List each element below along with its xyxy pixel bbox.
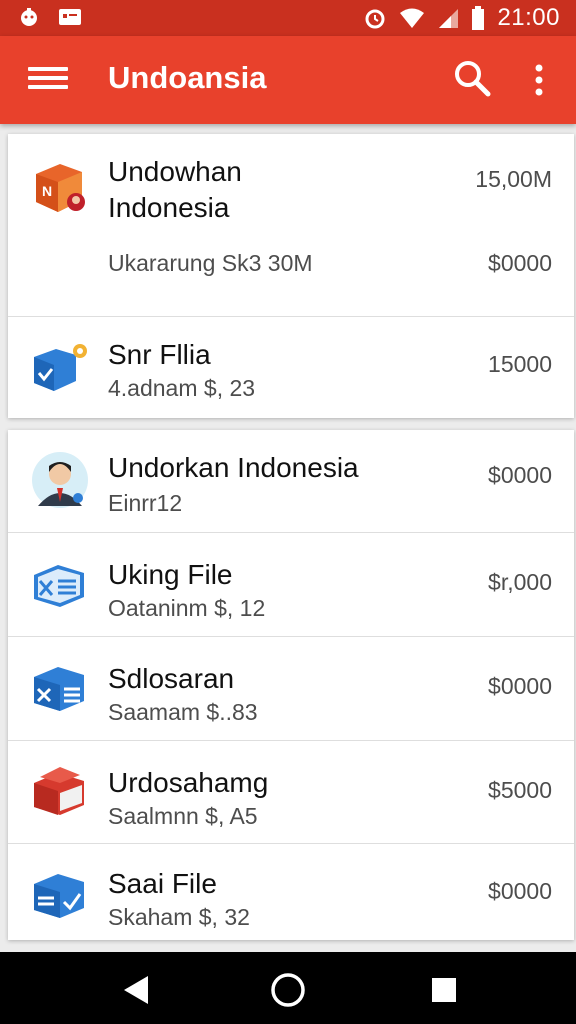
blue-check-box-icon bbox=[34, 874, 84, 918]
featured-top-amount: 15,00M bbox=[475, 166, 552, 192]
red-box-icon bbox=[34, 767, 84, 815]
featured-item[interactable]: N Undowhan Indonesia 15,00M Ukararung Sk… bbox=[8, 134, 574, 317]
item-title: Uking File bbox=[108, 559, 233, 590]
back-icon[interactable] bbox=[118, 972, 158, 1008]
item-subtitle: Einrr12 bbox=[108, 490, 183, 516]
battery-icon bbox=[472, 6, 485, 30]
item-amount: $0000 bbox=[488, 878, 552, 904]
item-subtitle: 4.adnam $, 23 bbox=[108, 375, 256, 401]
list-card: Undorkan Indonesia Einrr12 $0000 Uking F… bbox=[8, 430, 574, 940]
hamburger-icon bbox=[28, 67, 68, 71]
app-title: Undoansia bbox=[108, 60, 267, 95]
menu-button[interactable] bbox=[28, 62, 68, 98]
featured-title-line1: Undowhan bbox=[108, 156, 242, 187]
item-title: Snr Fllia bbox=[108, 339, 211, 370]
list-item[interactable]: Uking File Oataninm $, 12 $r,000 bbox=[8, 533, 574, 637]
alarm-icon bbox=[365, 9, 385, 29]
item-subtitle: Oataninm $, 12 bbox=[108, 595, 266, 621]
list-item[interactable]: Urdosahamg Saalmnn $, A5 $5000 bbox=[8, 741, 574, 844]
more-vert-icon[interactable] bbox=[524, 60, 554, 100]
home-icon[interactable] bbox=[268, 970, 308, 1010]
featured-card: N Undowhan Indonesia 15,00M Ukararung Sk… bbox=[8, 134, 574, 418]
box-gear-icon bbox=[34, 344, 87, 391]
item-title: Sdlosaran bbox=[108, 663, 235, 694]
office-box-icon: N bbox=[36, 164, 85, 212]
list-item[interactable]: Sdlosaran Saamam $..83 $0000 bbox=[8, 637, 574, 741]
blue-box-icon bbox=[34, 667, 84, 711]
app-notification-icon bbox=[21, 8, 37, 26]
blue-envelope-icon bbox=[34, 565, 84, 607]
item-amount: $0000 bbox=[488, 673, 552, 699]
cell-signal-icon bbox=[439, 9, 459, 28]
item-subtitle: Saamam $..83 bbox=[108, 699, 258, 725]
list-item[interactable]: Saai File Skaham $, 32 $0000 bbox=[8, 844, 574, 944]
list-item[interactable]: Undorkan Indonesia Einrr12 $0000 bbox=[8, 430, 574, 533]
wifi-icon bbox=[400, 8, 425, 28]
item-title: Urdosahamg bbox=[108, 767, 269, 798]
svg-text:N: N bbox=[42, 183, 52, 199]
item-amount: $5000 bbox=[488, 777, 552, 803]
search-icon[interactable] bbox=[452, 58, 492, 98]
status-bar: 21:00 bbox=[0, 0, 576, 36]
item-subtitle: Saalmnn $, A5 bbox=[108, 803, 258, 829]
item-amount: $r,000 bbox=[488, 569, 552, 595]
featured-amount: $0000 bbox=[488, 250, 552, 276]
item-amount: 15000 bbox=[488, 351, 552, 377]
app-bar: Undoansia bbox=[0, 36, 576, 124]
featured-title-line2: Indonesia bbox=[108, 192, 230, 223]
message-notification-icon bbox=[59, 9, 81, 25]
navigation-bar bbox=[0, 952, 576, 1024]
item-amount: $0000 bbox=[488, 462, 552, 488]
list-item[interactable]: Snr Fllia 4.adnam $, 23 15000 bbox=[8, 317, 574, 418]
item-title: Saai File bbox=[108, 868, 217, 899]
person-avatar-icon bbox=[32, 452, 88, 508]
item-title: Undorkan Indonesia bbox=[108, 452, 359, 483]
item-subtitle: Skaham $, 32 bbox=[108, 904, 250, 930]
status-time: 21:00 bbox=[497, 4, 560, 31]
recents-icon[interactable] bbox=[424, 972, 464, 1008]
featured-subtitle: Ukararung Sk3 30M bbox=[108, 250, 313, 276]
